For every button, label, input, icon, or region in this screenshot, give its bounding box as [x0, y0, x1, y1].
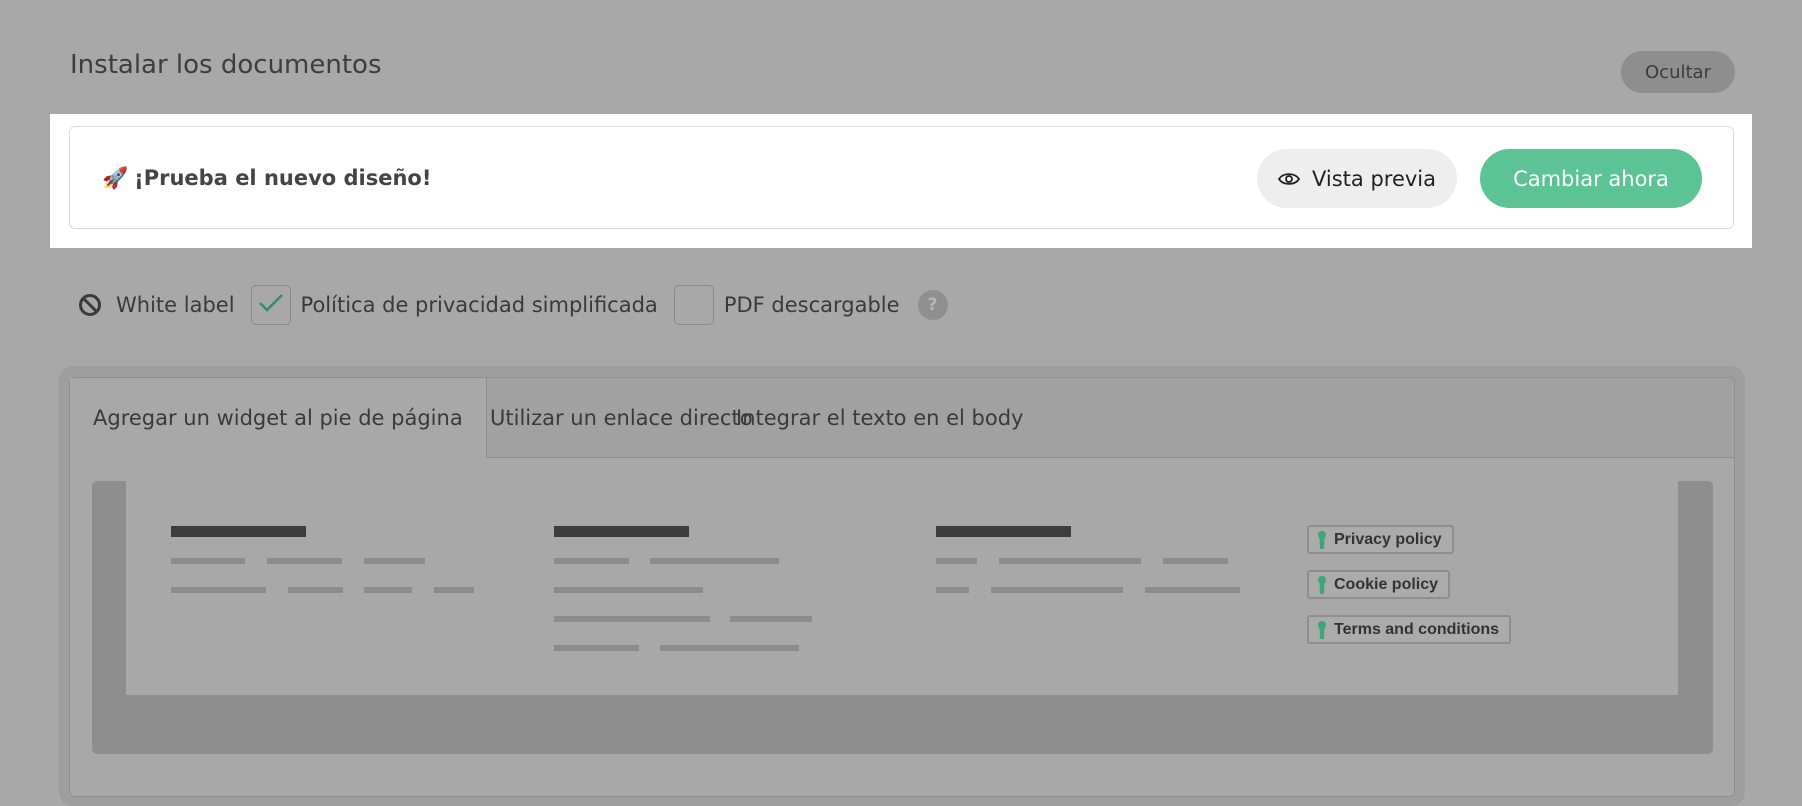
page-title: Instalar los documentos — [70, 50, 382, 80]
rocket-icon: 🚀 — [102, 166, 129, 190]
banner-text: ¡Prueba el nuevo diseño! — [134, 166, 432, 190]
new-design-banner: 🚀 ¡Prueba el nuevo diseño! Vista previa C… — [69, 126, 1734, 229]
hide-button[interactable]: Ocultar — [1621, 51, 1735, 93]
options-row: White label Política de privacidad simpl… — [78, 283, 948, 327]
footer-text-placeholder — [288, 587, 343, 593]
footer-text-placeholder — [660, 645, 799, 651]
eye-icon — [1277, 171, 1300, 187]
footer-preview: Privacy policy Cookie policy Terms and c… — [92, 481, 1713, 754]
keyhole-icon — [1317, 530, 1327, 549]
footer-text-placeholder — [999, 558, 1141, 564]
privacy-policy-badge[interactable]: Privacy policy — [1307, 525, 1454, 554]
banner-message: 🚀 ¡Prueba el nuevo diseño! — [102, 166, 431, 191]
cookie-policy-label: Cookie policy — [1334, 575, 1439, 593]
preview-label: Vista previa — [1311, 166, 1436, 191]
white-label-text: White label — [116, 293, 235, 317]
footer-heading-placeholder — [171, 526, 306, 537]
footer-text-placeholder — [554, 616, 710, 622]
footer-text-placeholder — [991, 587, 1123, 593]
privacy-policy-label: Privacy policy — [1334, 530, 1442, 548]
keyhole-icon — [1317, 620, 1327, 639]
footer-text-placeholder — [554, 645, 639, 651]
footer-preview-page: Privacy policy Cookie policy Terms and c… — [126, 481, 1678, 695]
footer-text-placeholder — [650, 558, 779, 564]
install-panel: Agregar un widget al pie de página Utili… — [69, 377, 1735, 797]
simplified-policy-label: Política de privacidad simplificada — [300, 293, 658, 317]
footer-text-placeholder — [171, 587, 266, 593]
keyhole-icon — [1317, 575, 1327, 594]
footer-text-placeholder — [936, 587, 969, 593]
help-icon[interactable]: ? — [917, 290, 948, 320]
pdf-label: PDF descargable — [723, 293, 900, 317]
footer-text-placeholder — [554, 587, 703, 593]
tab-footer-widget[interactable]: Agregar un widget al pie de página — [70, 378, 487, 458]
footer-text-placeholder — [364, 587, 412, 593]
footer-text-placeholder — [1163, 558, 1228, 564]
terms-label: Terms and conditions — [1334, 620, 1500, 638]
change-now-button[interactable]: Cambiar ahora — [1480, 149, 1702, 208]
footer-text-placeholder — [434, 587, 474, 593]
footer-text-placeholder — [730, 616, 812, 622]
footer-text-placeholder — [364, 558, 425, 564]
disabled-icon — [78, 293, 102, 317]
footer-heading-placeholder — [936, 526, 1071, 537]
preview-button[interactable]: Vista previa — [1257, 149, 1457, 208]
footer-heading-placeholder — [554, 526, 689, 537]
footer-text-placeholder — [1145, 587, 1240, 593]
install-tabs: Agregar un widget al pie de página Utili… — [70, 378, 1734, 458]
pdf-checkbox[interactable] — [673, 285, 714, 325]
cookie-policy-badge[interactable]: Cookie policy — [1307, 570, 1451, 599]
check-icon — [258, 292, 284, 319]
footer-text-placeholder — [936, 558, 977, 564]
footer-text-placeholder — [267, 558, 342, 564]
footer-text-placeholder — [554, 558, 629, 564]
tab-embed-body[interactable]: Integrar el texto en el body — [713, 378, 1046, 457]
simplified-policy-checkbox[interactable] — [250, 285, 291, 325]
terms-badge[interactable]: Terms and conditions — [1307, 615, 1512, 644]
footer-text-placeholder — [171, 558, 245, 564]
